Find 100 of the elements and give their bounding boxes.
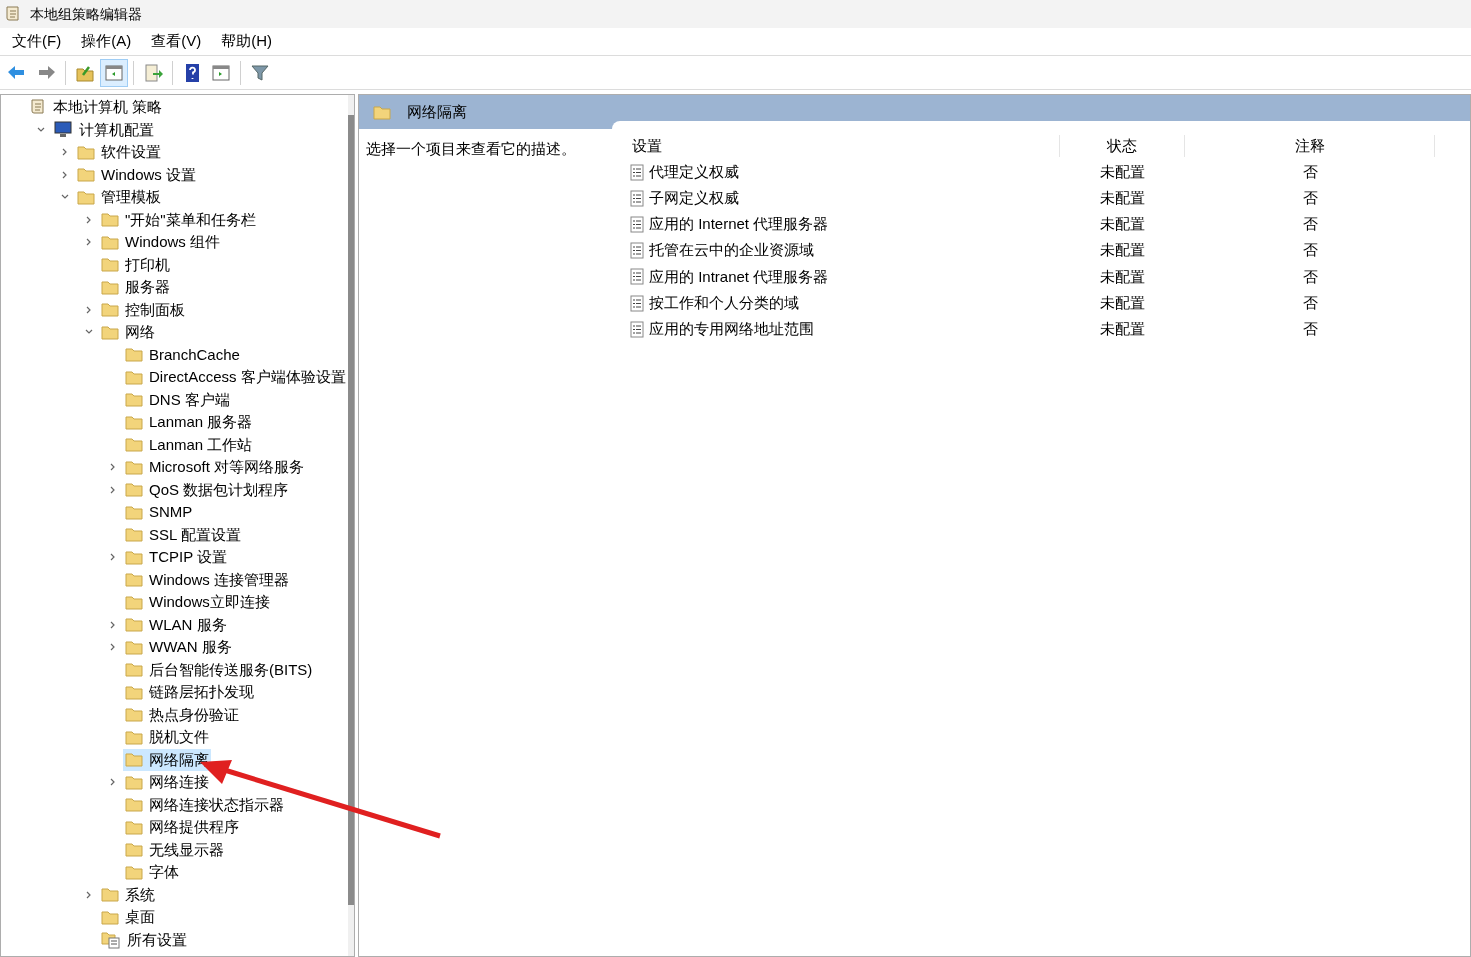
- tree-item[interactable]: 无线显示器: [123, 838, 226, 861]
- window-title: 本地组策略编辑器: [30, 4, 142, 24]
- setting-list-icon: [630, 294, 644, 312]
- tree-item[interactable]: 脱机文件: [123, 726, 211, 749]
- setting-name[interactable]: 应用的 Intranet 代理服务器: [649, 265, 829, 289]
- folder-icon: [125, 819, 143, 835]
- folder-icon: [125, 617, 143, 633]
- tree-item[interactable]: 字体: [123, 861, 181, 884]
- tree-item[interactable]: 服务器: [99, 276, 172, 299]
- folder-icon: [125, 662, 143, 678]
- tree-item[interactable]: Windows立即连接: [123, 591, 272, 614]
- menu-item[interactable]: 帮助(H): [211, 30, 282, 53]
- tree-item[interactable]: DNS 客户端: [123, 388, 232, 411]
- show-tree-icon[interactable]: [100, 58, 128, 87]
- folder-icon: [125, 369, 143, 385]
- tree-item[interactable]: 网络连接状态指示器: [123, 793, 286, 816]
- folder-icon: [125, 437, 143, 453]
- tree-item[interactable]: 后台智能传送服务(BITS): [123, 658, 315, 681]
- setting-list-icon: [630, 163, 644, 181]
- comment-cell: 否: [1302, 267, 1318, 285]
- expand-chevron-icon[interactable]: [61, 170, 69, 179]
- setting-name[interactable]: 按工作和个人分类的域: [649, 291, 799, 315]
- tree-item[interactable]: DirectAccess 客户端体验设置: [123, 366, 348, 389]
- tree-item[interactable]: 所有设置: [99, 928, 189, 951]
- tree-item[interactable]: 热点身份验证: [123, 703, 241, 726]
- tree-item[interactable]: 网络连接: [123, 771, 211, 794]
- folder-icon: [125, 707, 143, 723]
- tree-item[interactable]: Microsoft 对等网络服务: [123, 456, 306, 479]
- tree-item[interactable]: TCPIP 设置: [123, 546, 230, 569]
- folder-icon: [125, 594, 143, 610]
- tree-item[interactable]: 桌面: [99, 906, 157, 929]
- comment-cell: 否: [1302, 189, 1318, 207]
- expand-chevron-icon[interactable]: [109, 778, 117, 787]
- expand-chevron-icon[interactable]: [109, 485, 117, 494]
- tree-item[interactable]: Windows 连接管理器: [123, 568, 292, 591]
- expand-chevron-icon[interactable]: [85, 238, 93, 247]
- setting-name[interactable]: 应用的 Internet 代理服务器: [649, 213, 829, 236]
- folder-icon: [125, 774, 143, 790]
- tree-item[interactable]: Lanman 工作站: [123, 433, 255, 456]
- folder-icon: [125, 572, 143, 588]
- description-text: 选择一个项目来查看它的描述。: [366, 140, 576, 157]
- folder-icon: [373, 104, 391, 120]
- tree-item[interactable]: 管理模板: [75, 186, 163, 209]
- column-header[interactable]: 注释: [1185, 134, 1435, 158]
- tree-item[interactable]: SNMP: [123, 501, 195, 524]
- tree-item[interactable]: 网络提供程序: [123, 816, 241, 839]
- folder-icon: [101, 279, 119, 295]
- column-header[interactable]: 设置: [624, 134, 1060, 158]
- scroll-icon: [29, 98, 47, 117]
- expand-chevron-icon[interactable]: [85, 890, 93, 899]
- tree-item[interactable]: Windows 设置: [75, 163, 199, 186]
- setting-name[interactable]: 托管在云中的企业资源域: [649, 239, 814, 262]
- tree-item[interactable]: WLAN 服务: [123, 613, 229, 636]
- column-header[interactable]: 状态: [1060, 134, 1185, 158]
- setting-name[interactable]: 代理定义权威: [649, 160, 739, 184]
- folder-icon: [125, 729, 143, 745]
- tree-item[interactable]: SSL 配置设置: [123, 523, 243, 546]
- tree-item[interactable]: Lanman 服务器: [123, 411, 255, 434]
- menu-item[interactable]: 操作(A): [71, 30, 142, 53]
- expand-chevron-icon[interactable]: [85, 215, 93, 224]
- tree-item[interactable]: 控制面板: [99, 298, 187, 321]
- setting-name[interactable]: 应用的专用网络地址范围: [649, 317, 814, 341]
- tree-item[interactable]: 打印机: [99, 253, 172, 276]
- folder-icon: [125, 639, 143, 655]
- tree-item[interactable]: QoS 数据包计划程序: [123, 478, 291, 501]
- tree-item[interactable]: 计算机配置: [51, 118, 156, 141]
- folder-icon: [125, 549, 143, 565]
- collapse-chevron-icon[interactable]: [37, 125, 45, 134]
- tree-item[interactable]: WWAN 服务: [123, 636, 234, 659]
- tree-item[interactable]: "开始"菜单和任务栏: [99, 208, 258, 231]
- comment-cell: 否: [1302, 293, 1318, 311]
- expand-chevron-icon[interactable]: [109, 463, 117, 472]
- state-cell: 未配置: [1100, 241, 1145, 259]
- tree-item[interactable]: 本地计算机 策略: [27, 96, 165, 119]
- folder-icon: [125, 347, 143, 363]
- folder-icon: [101, 324, 119, 340]
- folder-icon: [125, 414, 143, 430]
- menu-item[interactable]: 查看(V): [141, 30, 212, 53]
- expand-chevron-icon[interactable]: [61, 148, 69, 157]
- expand-chevron-icon[interactable]: [109, 553, 117, 562]
- tree-item[interactable]: 系统: [99, 883, 157, 906]
- folder-icon: [101, 234, 119, 250]
- menu-item[interactable]: 文件(F): [2, 30, 72, 53]
- folder-icon: [125, 527, 143, 543]
- expand-chevron-icon[interactable]: [109, 620, 117, 629]
- tree-item[interactable]: 软件设置: [75, 141, 163, 164]
- folder-icon: [125, 459, 143, 475]
- tree-item[interactable]: BranchCache: [123, 343, 242, 366]
- folder-icon: [101, 302, 119, 318]
- folder-icon: [125, 842, 143, 858]
- tree-item[interactable]: 网络: [99, 321, 157, 344]
- tree-item[interactable]: Windows 组件: [99, 231, 223, 254]
- tree-item[interactable]: 链路层拓扑发现: [123, 681, 256, 704]
- comment-cell: 否: [1302, 319, 1318, 337]
- expand-chevron-icon[interactable]: [109, 643, 117, 652]
- setting-name[interactable]: 子网定义权威: [649, 187, 739, 210]
- comment-cell: 否: [1302, 215, 1318, 233]
- folder-icon: [101, 212, 119, 228]
- expand-chevron-icon[interactable]: [85, 305, 93, 314]
- state-cell: 未配置: [1100, 319, 1145, 337]
